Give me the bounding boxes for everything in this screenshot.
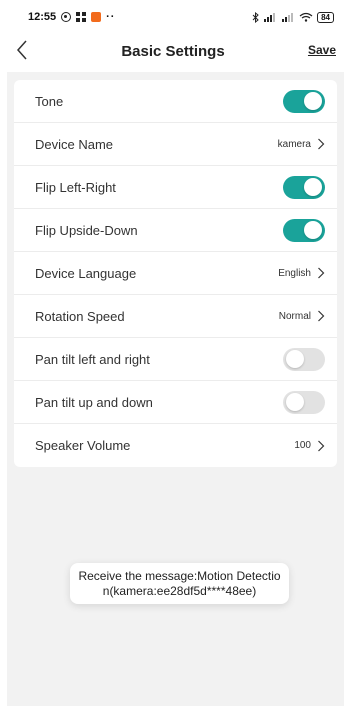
chevron-right-icon bbox=[318, 267, 325, 279]
toggle-knob bbox=[304, 221, 322, 239]
setting-label: Device Language bbox=[35, 265, 137, 281]
nav-bar: Basic Settings Save bbox=[0, 34, 346, 68]
setting-value: 100 bbox=[294, 440, 311, 451]
status-time: 12:55 bbox=[28, 11, 57, 23]
hotspot-icon bbox=[61, 12, 72, 22]
chevron-left-icon bbox=[16, 40, 27, 60]
toggle-knob bbox=[286, 393, 304, 411]
content-area: Tone Device Name kamera Flip Left-Right Flip… bbox=[7, 72, 344, 706]
signal-icon-secondary bbox=[282, 13, 294, 22]
setting-value-group: 100 bbox=[294, 440, 325, 452]
toast-message: Receive the message:Motion Detection(kam… bbox=[70, 563, 289, 604]
save-button[interactable]: Save bbox=[308, 43, 336, 57]
toggle-knob bbox=[286, 350, 304, 368]
setting-label: Pan tilt left and right bbox=[35, 351, 150, 367]
setting-label: Speaker Volume bbox=[35, 438, 131, 453]
status-bar-left: 12:55 ·· bbox=[28, 11, 115, 23]
setting-row-tone: Tone bbox=[14, 80, 337, 123]
chevron-right-icon bbox=[318, 138, 325, 150]
setting-value-group: Normal bbox=[279, 310, 325, 322]
setting-label: Device Name bbox=[35, 136, 114, 152]
setting-row-device-language[interactable]: Device Language English bbox=[14, 252, 337, 295]
wifi-icon bbox=[299, 12, 313, 22]
app-notification-icon bbox=[91, 12, 102, 22]
signal-icon bbox=[264, 13, 276, 22]
setting-label: Rotation Speed bbox=[35, 308, 125, 324]
setting-value-group: kamera bbox=[278, 138, 325, 150]
toggle-switch-pan-tilt-up-and-down[interactable] bbox=[283, 390, 325, 414]
battery-icon: 84 bbox=[317, 11, 334, 23]
setting-row-flip-upside-down: Flip Upside-Down bbox=[14, 209, 337, 252]
setting-value: English bbox=[278, 267, 311, 279]
chevron-right-icon bbox=[318, 310, 325, 322]
toggle-knob bbox=[304, 178, 322, 196]
setting-row-device-name[interactable]: Device Name kamera bbox=[14, 123, 337, 166]
page-title: Basic Settings bbox=[121, 42, 225, 60]
toggle-switch-flip-left-right[interactable] bbox=[283, 175, 325, 199]
back-button[interactable] bbox=[16, 40, 36, 62]
qr-app-icon bbox=[76, 12, 87, 22]
setting-label: Flip Upside-Down bbox=[35, 222, 138, 238]
chevron-right-icon bbox=[318, 440, 325, 451]
toggle-switch-pan-tilt-left-and-right[interactable] bbox=[283, 347, 325, 371]
bluetooth-icon bbox=[252, 11, 259, 23]
setting-row-pan-tilt-left-and-right: Pan tilt left and right bbox=[14, 338, 337, 381]
setting-value: kamera bbox=[277, 138, 311, 150]
setting-row-speaker-volume[interactable]: Speaker Volume 100 bbox=[14, 424, 337, 467]
setting-label: Pan tilt up and down bbox=[35, 394, 153, 410]
status-bar-right: 84 bbox=[252, 11, 334, 23]
setting-label: Tone bbox=[35, 93, 64, 109]
setting-value-group: English bbox=[278, 267, 325, 279]
setting-value: Normal bbox=[278, 310, 311, 322]
toggle-knob bbox=[304, 92, 322, 110]
toggle-switch-tone[interactable] bbox=[283, 89, 325, 113]
status-bar: 12:55 ·· 84 bbox=[0, 0, 346, 34]
more-notifications-icon: ·· bbox=[106, 11, 116, 23]
setting-label: Flip Left-Right bbox=[35, 179, 116, 195]
toggle-switch-flip-upside-down[interactable] bbox=[283, 218, 325, 242]
setting-row-pan-tilt-up-and-down: Pan tilt up and down bbox=[14, 381, 337, 424]
setting-row-rotation-speed[interactable]: Rotation Speed Normal bbox=[14, 295, 337, 338]
settings-card: Tone Device Name kamera Flip Left-Right Flip… bbox=[14, 80, 337, 467]
setting-row-flip-left-right: Flip Left-Right bbox=[14, 166, 337, 209]
